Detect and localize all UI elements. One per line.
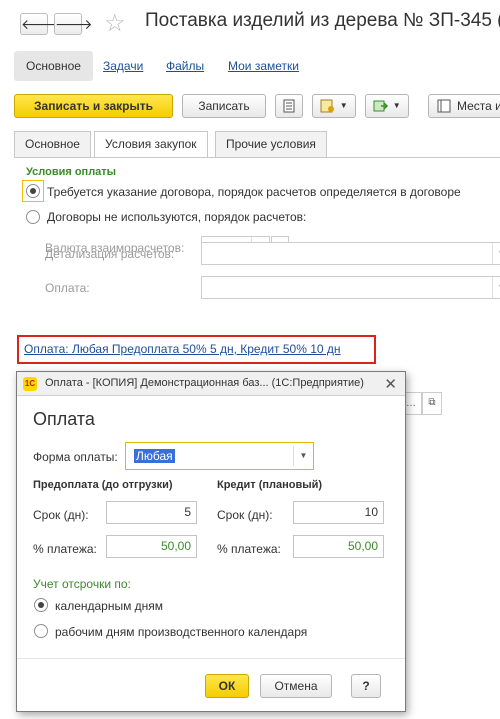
credit-term-label: Срок (дн): [217,508,273,522]
dialog-caption: Оплата - [КОПИЯ] Демонстрационная баз...… [45,377,364,389]
form-select[interactable]: Любая ▼ [125,442,314,470]
chevron-down-icon: ▼ [392,101,401,110]
radio-no-contract[interactable] [26,210,40,224]
tab-other-terms[interactable]: Прочие условия [215,131,327,157]
section-files[interactable]: Файлы [166,59,204,73]
dialog-heading: Оплата [33,409,95,429]
create-based-button[interactable]: ▼ [365,94,409,118]
option-calendar-label: календарным дням [55,599,164,613]
tab-main[interactable]: Основное [14,131,91,157]
tab-divider [14,157,500,158]
section-tasks[interactable]: Задачи [103,59,143,73]
radio-work-days[interactable] [34,624,48,638]
print-dropdown-button[interactable]: ▼ [312,94,356,118]
chevron-down-icon: ▼ [339,101,348,110]
credit-percent-label: % платежа: [217,542,281,556]
places-label: Места и [457,99,500,113]
option-contract-label: Требуется указание договора, порядок рас… [47,185,461,199]
radio-calendar-days[interactable] [34,598,48,612]
report-button[interactable] [275,94,303,118]
places-icon [437,99,451,113]
chevron-down-icon[interactable]: ▼ [293,446,313,466]
deferral-heading: Учет отсрочки по: [33,577,131,591]
tab-purchase-terms[interactable]: Условия закупок [94,131,208,158]
document-list-icon [283,99,295,113]
chevron-down-icon: ▼ [492,243,500,264]
option-no-contract-label: Договоры не используются, порядок расчет… [47,210,307,224]
radio-contract[interactable] [26,184,40,198]
detail-label: Детализация расчетов: [45,247,175,261]
arrow-left-icon: 🡐 [21,16,59,32]
payment-label: Оплата: [45,281,90,295]
section-notes[interactable]: Мои заметки [228,59,299,73]
star-icon[interactable]: ☆ [104,9,126,38]
payment-field: ▼ [201,276,500,299]
ok-button[interactable]: ОК [205,674,249,698]
prepay-percent-label: % платежа: [33,542,97,556]
back-button[interactable]: 🡐 [20,13,59,35]
dialog-titlebar: 1С Оплата - [КОПИЯ] Демонстрационная баз… [17,372,405,396]
cancel-button[interactable]: Отмена [260,674,332,698]
help-button[interactable]: ? [351,674,381,698]
close-icon[interactable]: ✕ [384,375,397,393]
credit-heading: Кредит (плановый) [217,479,323,491]
form-value: Любая [134,449,175,463]
payment-terms-link[interactable]: Оплата: Любая Предоплата 50% 5 дн, Креди… [24,342,341,356]
option-work-label: рабочим дням производственного календаря [55,625,308,639]
detail-field: ▼ [201,242,500,265]
app-logo-icon: 1С [23,377,37,391]
page-title: Поставка изделий из дерева № ЗП-345 (С [145,10,500,31]
open-icon[interactable]: ⧉ [422,392,442,415]
section-main[interactable]: Основное [14,51,93,81]
prepay-percent-input[interactable]: 50,00 [106,535,197,558]
prepay-days-input[interactable]: 5 [106,501,197,524]
payment-heading: Условия оплаты [26,166,117,178]
dialog-divider [17,658,405,659]
save-close-button[interactable]: Записать и закрыть [14,94,173,118]
credit-percent-input[interactable]: 50,00 [293,535,384,558]
prepay-term-label: Срок (дн): [33,508,89,522]
places-button[interactable]: Места и [428,94,500,118]
arrow-right-icon: 🡒 [55,16,93,32]
chevron-down-icon: ▼ [492,277,500,298]
print-icon [320,99,335,113]
payment-dialog: 1С Оплата - [КОПИЯ] Демонстрационная баз… [16,371,406,712]
prepay-heading: Предоплата (до отгрузки) [33,479,173,491]
form-label: Форма оплаты: [33,450,118,464]
credit-days-input[interactable]: 10 [293,501,384,524]
forward-button[interactable]: 🡒 [54,13,93,35]
create-based-icon [373,100,389,112]
save-button[interactable]: Записать [182,94,266,118]
